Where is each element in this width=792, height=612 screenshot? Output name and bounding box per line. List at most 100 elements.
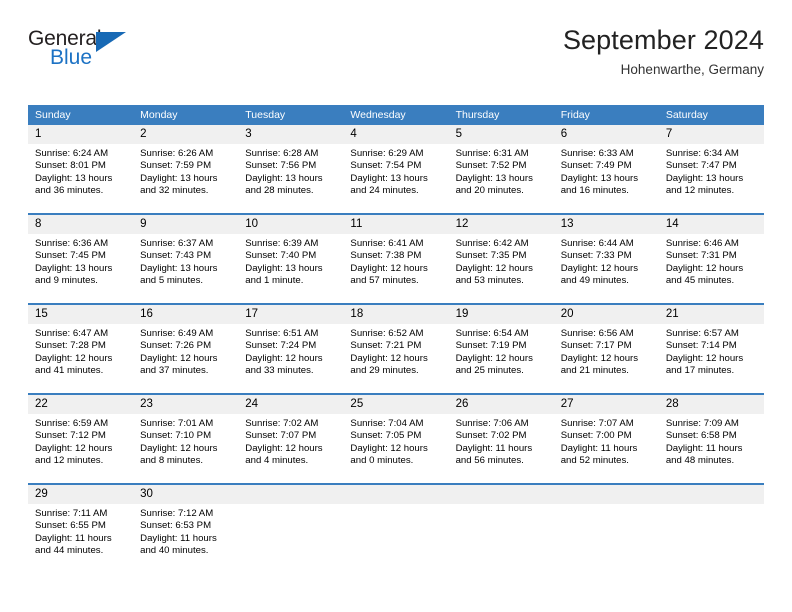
day-number[interactable]: 13	[554, 215, 659, 234]
sunset-text: Sunset: 7:45 PM	[35, 250, 106, 262]
day-cell[interactable]: Sunrise: 6:29 AM Sunset: 7:54 PM Dayligh…	[343, 144, 448, 213]
day-number[interactable]: 24	[238, 395, 343, 414]
sunrise-text: Sunrise: 7:07 AM	[560, 418, 634, 429]
daylight-text-line1: Daylight: 13 hours	[455, 172, 533, 184]
day-cell[interactable]: Sunrise: 6:59 AM Sunset: 7:12 PM Dayligh…	[28, 414, 133, 483]
day-number[interactable]: 27	[554, 395, 659, 414]
sunrise-text: Sunrise: 6:39 AM	[245, 238, 319, 249]
day-number[interactable]: 14	[659, 215, 764, 234]
day-cell[interactable]: Sunrise: 6:52 AM Sunset: 7:21 PM Dayligh…	[343, 324, 448, 393]
daylight-text-line2: and 24 minutes.	[350, 185, 419, 197]
sunrise-text: Sunrise: 6:31 AM	[455, 148, 529, 159]
daylight-text-line2: and 49 minutes.	[560, 275, 629, 287]
day-cell[interactable]: Sunrise: 7:11 AM Sunset: 6:55 PM Dayligh…	[28, 504, 133, 573]
daylight-text-line1: Daylight: 12 hours	[560, 352, 639, 364]
day-number[interactable]: 25	[343, 395, 448, 414]
day-number[interactable]: 5	[449, 125, 554, 144]
sunrise-text: Sunrise: 6:42 AM	[455, 238, 529, 249]
day-cell[interactable]: Sunrise: 6:33 AM Sunset: 7:49 PM Dayligh…	[554, 144, 659, 213]
sunset-text: Sunset: 7:12 PM	[35, 430, 106, 442]
day-cell[interactable]: Sunrise: 7:02 AM Sunset: 7:07 PM Dayligh…	[238, 414, 343, 483]
day-cell[interactable]: Sunrise: 7:12 AM Sunset: 6:53 PM Dayligh…	[133, 504, 238, 573]
daylight-text-line1: Daylight: 12 hours	[140, 442, 218, 454]
day-number[interactable]: 19	[449, 305, 554, 324]
daylight-text-line1: Daylight: 13 hours	[245, 262, 323, 274]
day-number[interactable]: 20	[554, 305, 659, 324]
daylight-text-line2: and 12 minutes.	[665, 185, 735, 197]
day-cell[interactable]: Sunrise: 6:42 AM Sunset: 7:35 PM Dayligh…	[449, 234, 554, 303]
general-blue-logo[interactable]: General Blue	[28, 24, 138, 76]
daylight-text-line2: and 48 minutes.	[665, 455, 735, 467]
day-number[interactable]: 7	[659, 125, 764, 144]
sunrise-text: Sunrise: 6:28 AM	[245, 148, 319, 159]
day-number[interactable]: 2	[133, 125, 238, 144]
day-cell[interactable]: Sunrise: 6:54 AM Sunset: 7:19 PM Dayligh…	[449, 324, 554, 393]
day-cell[interactable]: Sunrise: 7:04 AM Sunset: 7:05 PM Dayligh…	[343, 414, 448, 483]
week-1-daynumbers: 1 2 3 4 5 6 7	[28, 125, 764, 144]
day-cell[interactable]: Sunrise: 6:24 AM Sunset: 8:01 PM Dayligh…	[28, 144, 133, 213]
sunset-text: Sunset: 7:40 PM	[245, 250, 317, 262]
sunset-text: Sunset: 7:02 PM	[455, 430, 527, 442]
week-5-daynumbers: 29 30	[28, 485, 764, 504]
daylight-text-line2: and 20 minutes.	[455, 185, 524, 197]
day-number[interactable]: 16	[133, 305, 238, 324]
day-cell[interactable]: Sunrise: 6:46 AM Sunset: 7:31 PM Dayligh…	[659, 234, 764, 303]
sunset-text: Sunset: 7:28 PM	[35, 340, 106, 352]
day-number[interactable]: 23	[133, 395, 238, 414]
sunrise-text: Sunrise: 6:49 AM	[140, 328, 214, 339]
day-cell[interactable]: Sunrise: 6:51 AM Sunset: 7:24 PM Dayligh…	[238, 324, 343, 393]
day-cell[interactable]: Sunrise: 7:09 AM Sunset: 6:58 PM Dayligh…	[659, 414, 764, 483]
day-number[interactable]: 4	[343, 125, 448, 144]
day-number[interactable]: 22	[28, 395, 133, 414]
day-cell[interactable]: Sunrise: 6:47 AM Sunset: 7:28 PM Dayligh…	[28, 324, 133, 393]
day-number[interactable]: 8	[28, 215, 133, 234]
day-number[interactable]: 6	[554, 125, 659, 144]
day-cell[interactable]: Sunrise: 7:07 AM Sunset: 7:00 PM Dayligh…	[554, 414, 659, 483]
sunset-text: Sunset: 7:21 PM	[350, 340, 422, 352]
day-number[interactable]: 26	[449, 395, 554, 414]
day-number[interactable]: 18	[343, 305, 448, 324]
daylight-text-line2: and 8 minutes.	[140, 455, 204, 467]
day-cell[interactable]: Sunrise: 6:49 AM Sunset: 7:26 PM Dayligh…	[133, 324, 238, 393]
weekday-sunday: Sunday	[35, 109, 71, 121]
sunrise-text: Sunrise: 7:02 AM	[245, 418, 319, 429]
day-cell[interactable]: Sunrise: 6:26 AM Sunset: 7:59 PM Dayligh…	[133, 144, 238, 213]
daylight-text-line1: Daylight: 11 hours	[560, 442, 638, 454]
day-number[interactable]: 30	[133, 485, 238, 504]
day-number[interactable]: 15	[28, 305, 133, 324]
day-number[interactable]: 21	[659, 305, 764, 324]
day-number-empty	[449, 485, 554, 504]
day-cell[interactable]: Sunrise: 6:28 AM Sunset: 7:56 PM Dayligh…	[238, 144, 343, 213]
daylight-text-line2: and 0 minutes.	[350, 455, 414, 467]
day-cell[interactable]: Sunrise: 6:39 AM Sunset: 7:40 PM Dayligh…	[238, 234, 343, 303]
daylight-text-line2: and 52 minutes.	[560, 455, 629, 467]
daylight-text-line1: Daylight: 12 hours	[350, 442, 428, 454]
day-number[interactable]: 12	[449, 215, 554, 234]
day-cell[interactable]: Sunrise: 6:36 AM Sunset: 7:45 PM Dayligh…	[28, 234, 133, 303]
day-number[interactable]: 11	[343, 215, 448, 234]
day-number[interactable]: 28	[659, 395, 764, 414]
daylight-text-line1: Daylight: 11 hours	[455, 442, 533, 454]
day-number[interactable]: 1	[28, 125, 133, 144]
day-cell[interactable]: Sunrise: 6:37 AM Sunset: 7:43 PM Dayligh…	[133, 234, 238, 303]
sunset-text: Sunset: 7:43 PM	[140, 250, 212, 262]
sunrise-text: Sunrise: 6:59 AM	[35, 418, 109, 429]
day-cell[interactable]: Sunrise: 6:34 AM Sunset: 7:47 PM Dayligh…	[659, 144, 764, 213]
day-cell[interactable]: Sunrise: 6:44 AM Sunset: 7:33 PM Dayligh…	[554, 234, 659, 303]
day-number[interactable]: 9	[133, 215, 238, 234]
day-cell[interactable]: Sunrise: 6:56 AM Sunset: 7:17 PM Dayligh…	[554, 324, 659, 393]
day-number[interactable]: 29	[28, 485, 133, 504]
day-number[interactable]: 17	[238, 305, 343, 324]
day-cell[interactable]: Sunrise: 7:06 AM Sunset: 7:02 PM Dayligh…	[449, 414, 554, 483]
day-cell[interactable]: Sunrise: 6:57 AM Sunset: 7:14 PM Dayligh…	[659, 324, 764, 393]
sunset-text: Sunset: 7:07 PM	[245, 430, 317, 442]
week-4-daynumbers: 22 23 24 25 26 27 28	[28, 395, 764, 414]
sunrise-text: Sunrise: 6:41 AM	[350, 238, 424, 249]
day-number[interactable]: 3	[238, 125, 343, 144]
sunset-text: Sunset: 7:54 PM	[350, 160, 422, 172]
day-cell[interactable]: Sunrise: 7:01 AM Sunset: 7:10 PM Dayligh…	[133, 414, 238, 483]
day-cell[interactable]: Sunrise: 6:31 AM Sunset: 7:52 PM Dayligh…	[449, 144, 554, 213]
sunrise-text: Sunrise: 7:01 AM	[140, 418, 214, 429]
day-cell[interactable]: Sunrise: 6:41 AM Sunset: 7:38 PM Dayligh…	[343, 234, 448, 303]
day-number[interactable]: 10	[238, 215, 343, 234]
